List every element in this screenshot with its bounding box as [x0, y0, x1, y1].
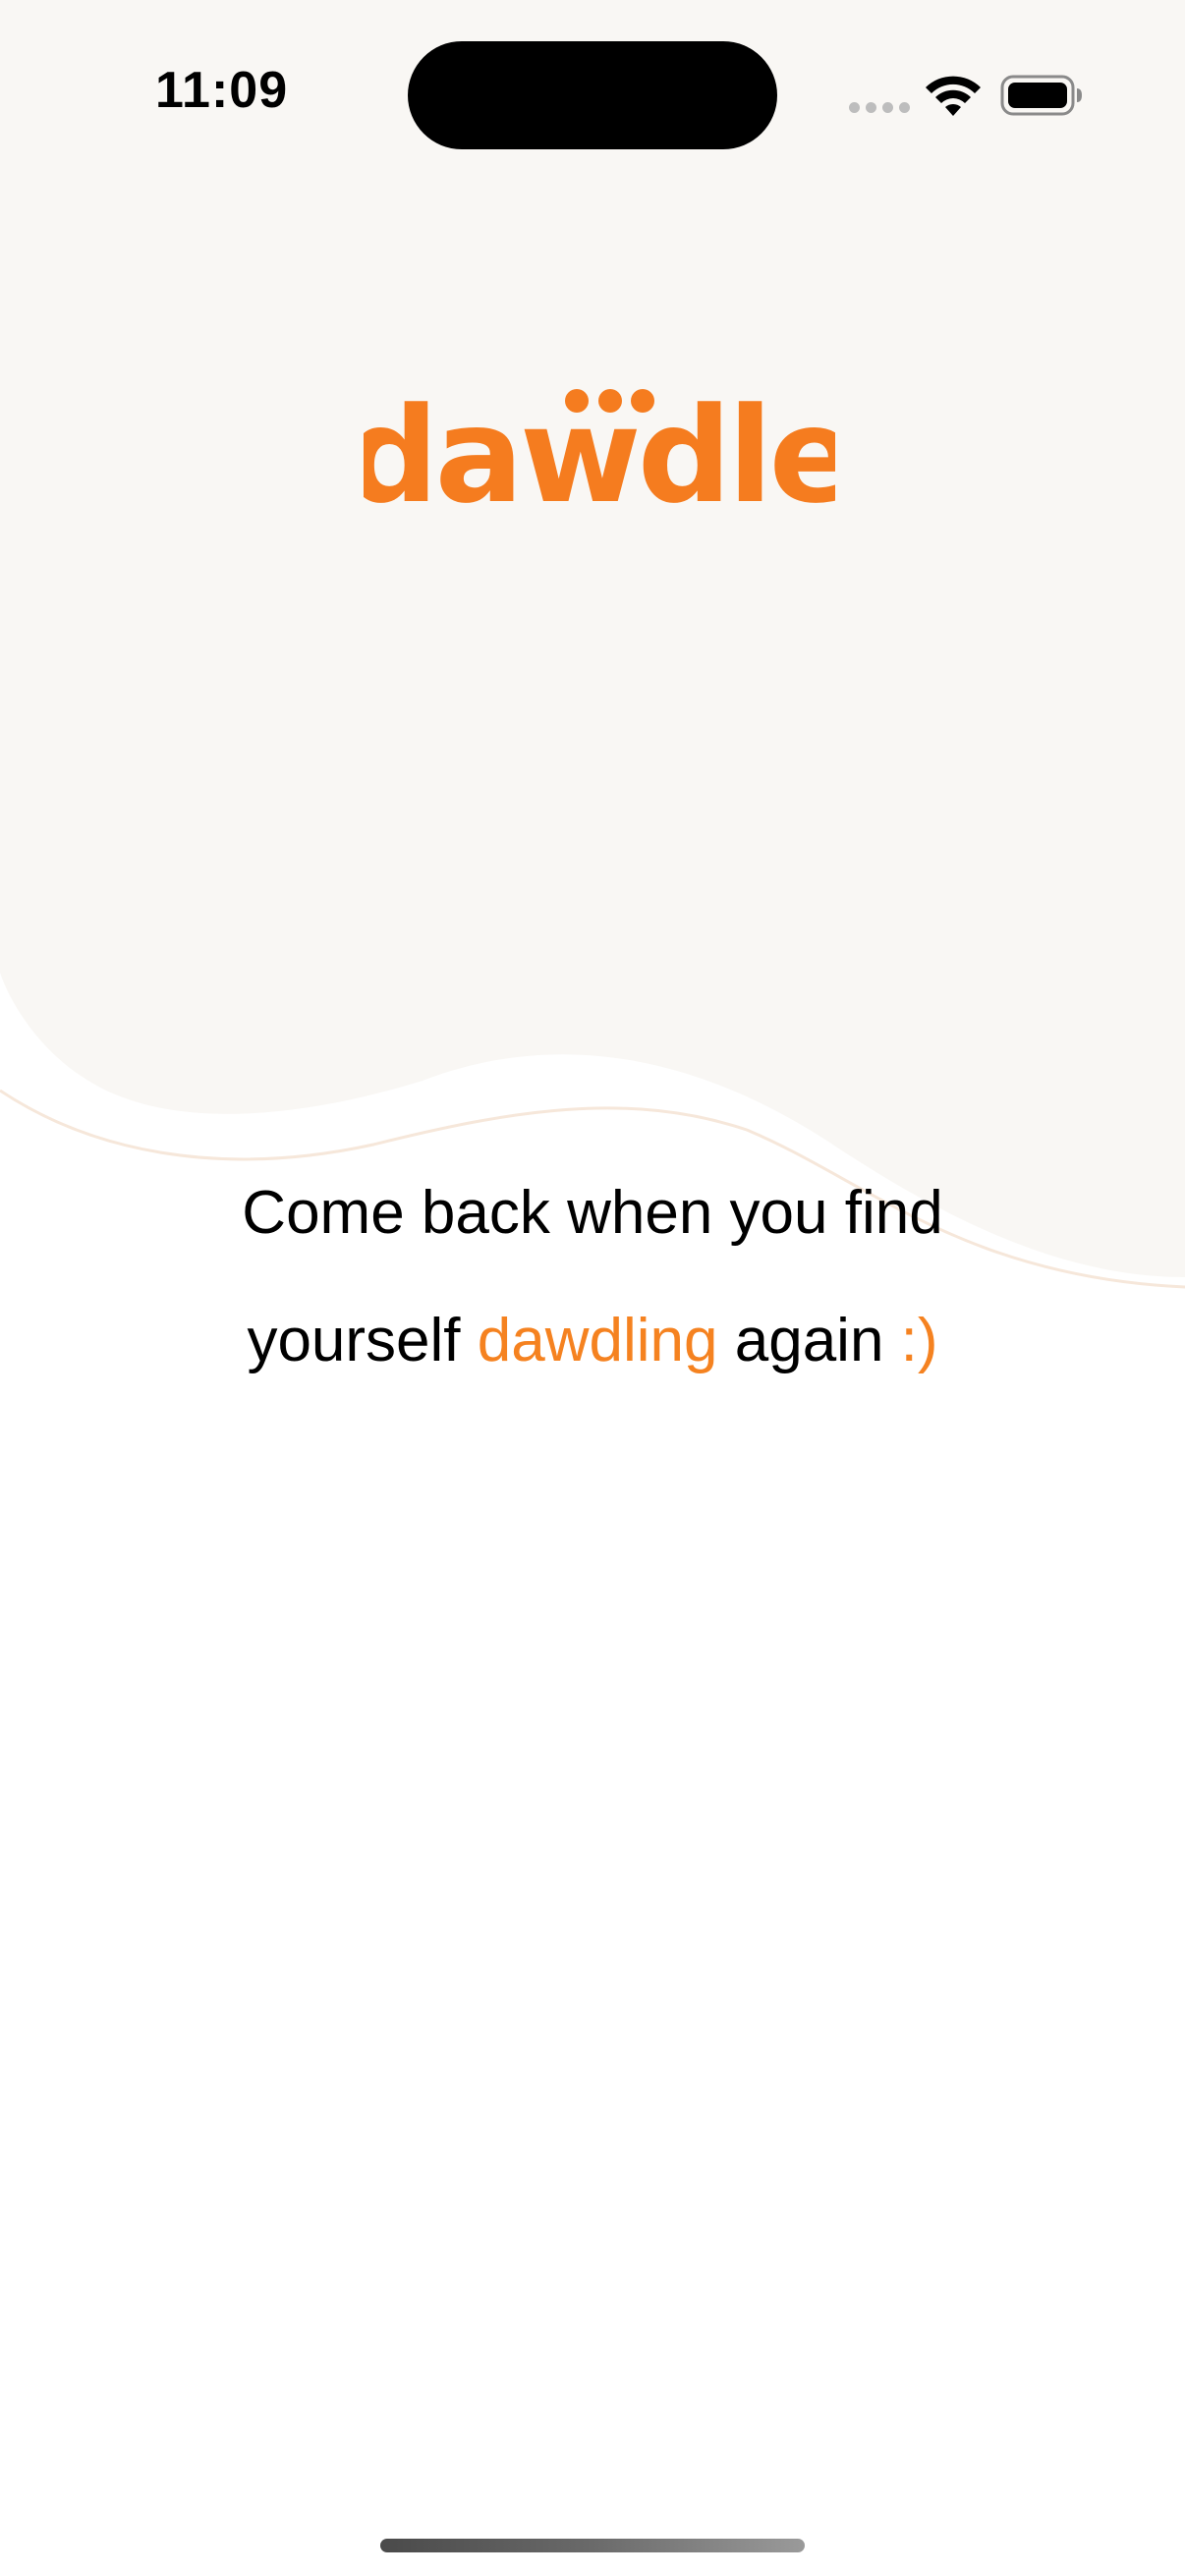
logo-text: dawdle — [364, 383, 835, 531]
message-emoticon: :) — [900, 1307, 938, 1374]
message-prefix: yourself — [247, 1307, 461, 1374]
wifi-icon — [926, 76, 981, 116]
message-line-2: yourself dawdling again :) — [0, 1277, 1185, 1405]
status-time: 11:09 — [155, 62, 289, 119]
home-indicator[interactable] — [380, 2539, 805, 2552]
signal-dots-icon — [849, 102, 910, 113]
come-back-message: Come back when you find yourself dawdlin… — [0, 1149, 1185, 1405]
app-screen: 11:09 dawdle Come back when you find you… — [0, 0, 1185, 2576]
message-suffix: again — [734, 1307, 884, 1374]
background-wave — [0, 0, 1185, 1289]
message-highlight: dawdling — [477, 1307, 718, 1374]
message-line-1: Come back when you find — [242, 1179, 943, 1247]
battery-icon — [1000, 75, 1082, 116]
dynamic-island — [408, 41, 777, 149]
dawdle-logo: dawdle — [364, 383, 835, 531]
